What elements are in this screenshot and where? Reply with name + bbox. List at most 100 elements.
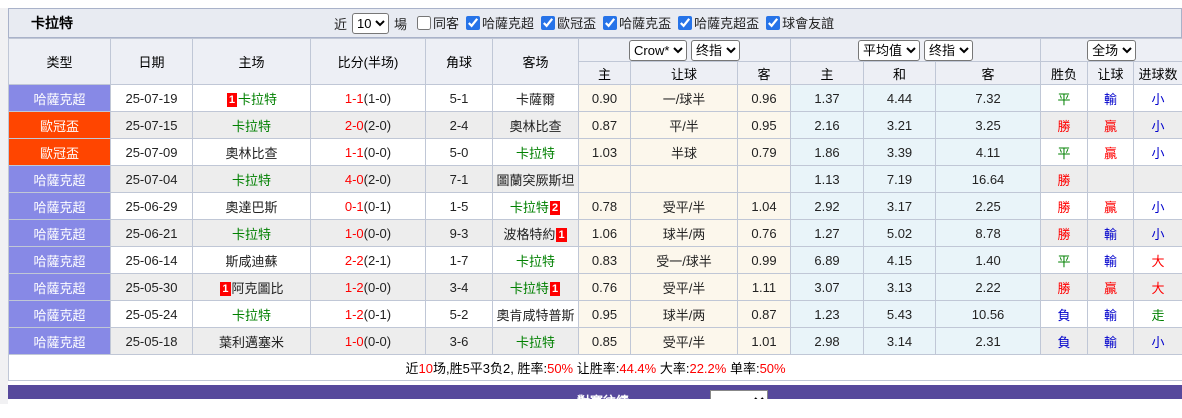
handicap-odds-home: 0.78	[578, 192, 631, 220]
away-team-name[interactable]: 卡薩爾	[516, 92, 555, 107]
home-team-cell: 斯咸迪蘇	[192, 246, 311, 274]
home-team-cell: 卡拉特	[192, 219, 311, 247]
league-checkbox[interactable]	[603, 15, 618, 30]
away-team-name[interactable]: 奧林比查	[509, 119, 561, 134]
handicap-line: 球半/两	[630, 300, 738, 328]
fulltime-score: 1-2	[344, 306, 364, 322]
home-team-cell: 卡拉特	[192, 300, 311, 328]
result-goals: 走	[1133, 300, 1182, 328]
handicap-odds-select-group: Crow* 终指	[577, 38, 792, 62]
corner-cell: 1-7	[425, 246, 493, 274]
home-team-name[interactable]: 奧林比查	[225, 146, 277, 161]
home-team-name[interactable]: 卡拉特	[232, 119, 271, 134]
avg-odds-home: 1.37	[790, 84, 865, 112]
league-filter[interactable]: 球會友誼	[766, 13, 834, 32]
handicap-odds-home: 0.87	[578, 111, 631, 139]
away-team-name[interactable]: 卡拉特	[516, 254, 555, 269]
avg-odds-draw: 3.13	[863, 273, 937, 301]
handicap-odds-away: 1.04	[736, 192, 792, 220]
header-select[interactable]: 平均值	[858, 39, 921, 61]
handicap-odds-away: 0.99	[736, 246, 792, 274]
recent-count-select[interactable]: 10	[352, 12, 390, 34]
home-team-name[interactable]: 葉利邁塞米	[219, 335, 284, 350]
home-team-name[interactable]: 奧達巴斯	[225, 200, 277, 215]
away-team-name[interactable]: 卡拉特	[516, 335, 555, 350]
home-team-name[interactable]: 斯咸迪蘇	[225, 254, 277, 269]
match-type-badge: 哈薩克超	[8, 246, 111, 274]
match-date: 25-07-19	[110, 84, 193, 112]
league-checkbox[interactable]	[678, 15, 693, 30]
header-select[interactable]: Crow*	[629, 39, 687, 61]
col-header-away: 客场	[492, 38, 579, 85]
fulltime-score: 2-2	[344, 252, 364, 268]
away-team-name[interactable]: 奧肯咸特普斯	[496, 308, 574, 323]
halftime-score: (2-0)	[363, 171, 392, 187]
home-team-name[interactable]: 卡拉特	[232, 308, 271, 323]
result-goals: 小	[1133, 111, 1182, 139]
fulltime-score: 1-1	[344, 144, 364, 160]
league-filter[interactable]: 哈薩克超盃	[678, 13, 759, 32]
subcol-avg-home: 主	[790, 61, 865, 85]
league-checkbox-label: 哈薩克超	[482, 16, 535, 32]
header-select[interactable]: 终指	[691, 39, 740, 61]
rank-badge: 1	[556, 228, 567, 243]
matches-label: 場	[394, 16, 408, 32]
handicap-odds-home: 0.85	[578, 327, 631, 355]
handicap-line: 受平/半	[630, 192, 738, 220]
handicap-odds-away: 0.95	[736, 111, 792, 139]
avg-odds-away: 16.64	[935, 165, 1042, 193]
corner-cell: 9-3	[425, 219, 493, 247]
result-winloss: 勝	[1040, 273, 1089, 301]
handicap-line: 一/球半	[630, 84, 738, 112]
corner-cell: 3-4	[425, 273, 493, 301]
halftime-score: (0-0)	[363, 144, 392, 160]
handicap-odds-away: 1.11	[736, 273, 792, 301]
header-select[interactable]: 终指	[924, 39, 974, 61]
avg-odds-away: 2.22	[935, 273, 1042, 301]
away-team-name[interactable]: 卡拉特	[510, 281, 549, 296]
rank-badge: 1	[220, 282, 231, 297]
result-handicap: 贏	[1087, 273, 1135, 301]
summary-stat-value: 22.2%	[689, 361, 727, 376]
subcol-avg-away: 客	[935, 61, 1042, 85]
away-team-name[interactable]: 圖蘭突厥斯坦	[496, 173, 574, 188]
halftime-score: (0-1)	[363, 306, 392, 322]
halftime-score: (0-0)	[363, 279, 392, 295]
league-filter[interactable]: 哈薩克盃	[603, 13, 671, 32]
league-filter[interactable]: 歐冠盃	[541, 13, 596, 32]
away-team-cell: 圖蘭突厥斯坦	[492, 165, 579, 193]
title-bar: 卡拉特 近 10 場 同客 哈薩克超 歐冠盃 哈薩克盃 哈薩克超盃 球會友誼	[8, 8, 1182, 38]
result-handicap	[1087, 165, 1135, 193]
rank-badge: 2	[549, 201, 561, 216]
result-goals: 小	[1133, 84, 1182, 112]
home-team-name[interactable]: 阿克圖比	[232, 281, 284, 296]
home-team-name[interactable]: 卡拉特	[232, 227, 271, 242]
away-team-name[interactable]: 波格特約	[503, 227, 555, 242]
halftime-score: (0-1)	[363, 198, 392, 214]
home-team-name[interactable]: 卡拉特	[238, 92, 277, 107]
halftime-score: (0-0)	[363, 225, 392, 241]
away-team-name[interactable]: 卡拉特	[510, 200, 549, 215]
summary-stat-label: 让胜率:	[573, 361, 620, 376]
away-team-name[interactable]: 卡拉特	[516, 146, 555, 161]
away-team-cell: 波格特約 1	[492, 219, 579, 247]
league-filter[interactable]: 同客	[417, 13, 459, 32]
footer-select[interactable]	[710, 390, 768, 399]
league-checkbox-label: 同客	[433, 16, 460, 32]
home-team-name[interactable]: 卡拉特	[232, 173, 271, 188]
match-history-table: 类型 日期 主场 比分(半场) 角球 客场 Crow* 终指 平均值 终指 全场 主…	[7, 38, 1182, 381]
fulltime-score: 1-0	[344, 225, 364, 241]
score-cell: 1-0(0-0)	[310, 219, 426, 247]
score-cell: 1-1(1-0)	[310, 84, 426, 112]
league-checkbox[interactable]	[466, 15, 481, 30]
result-goals: 大	[1133, 246, 1182, 274]
match-date: 25-05-30	[110, 273, 193, 301]
league-checkbox[interactable]	[541, 15, 556, 30]
league-checkbox[interactable]	[766, 15, 781, 30]
league-filter[interactable]: 哈薩克超	[466, 13, 534, 32]
fulltime-score: 4-0	[344, 171, 364, 187]
corner-cell: 1-5	[425, 192, 493, 220]
score-cell: 1-0(0-0)	[310, 327, 426, 355]
header-select[interactable]: 全场	[1087, 39, 1137, 61]
league-checkbox[interactable]	[417, 15, 432, 30]
